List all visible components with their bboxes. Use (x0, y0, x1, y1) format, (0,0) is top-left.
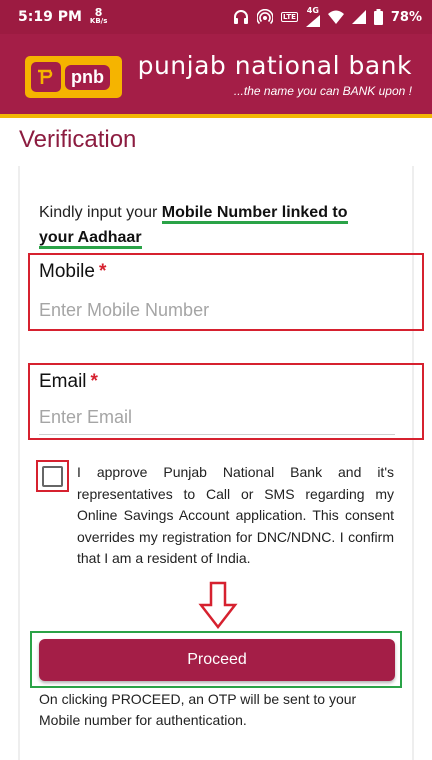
network-speed: 8 KB/s (89, 6, 108, 26)
pnb-logo-mark-icon (31, 62, 61, 92)
instruction-text: Kindly input your Mobile Number linked t… (39, 200, 399, 250)
email-label-text: Email (39, 371, 87, 392)
battery-level: 78% (390, 9, 422, 25)
consent-checkbox-highlight (36, 460, 69, 492)
wifi-icon (327, 10, 344, 24)
bank-tagline: ...the name you can BANK upon ! (233, 84, 412, 98)
signal-icon: 4G (305, 6, 320, 27)
network-type: 4G (306, 6, 319, 15)
headphones-icon (233, 9, 249, 25)
consent-checkbox[interactable] (42, 465, 63, 487)
battery-icon (373, 9, 383, 25)
instruction-highlight: Mobile Number linked to (161, 204, 348, 224)
proceed-button[interactable]: Proceed (39, 639, 395, 681)
email-input[interactable] (39, 401, 395, 435)
required-mark: * (90, 371, 98, 392)
network-speed-unit: KB/s (89, 17, 108, 25)
status-icons: LTE 4G 78% (233, 0, 422, 34)
consent-text: I approve Punjab National Bank and it's … (77, 464, 394, 566)
required-mark: * (98, 261, 107, 282)
app-header: pnb punjab national bank ...the name you… (0, 34, 432, 118)
email-label: Email * (39, 371, 98, 393)
network-speed-value: 8 (94, 6, 103, 19)
pnb-logo-text: pnb (65, 64, 110, 90)
bank-name: punjab national bank (137, 51, 412, 80)
instruction-highlight: your Aadhaar (39, 229, 142, 249)
arrow-down-icon (198, 581, 238, 633)
proceed-button-highlight: Proceed (30, 631, 402, 688)
page-title: Verification (19, 126, 137, 153)
status-time: 5:19 PM (18, 9, 82, 25)
hotspot-icon (257, 9, 274, 25)
otp-note: On clicking PROCEED, an OTP will be sent… (39, 691, 357, 728)
instruction-prefix: Kindly input your (39, 204, 162, 221)
mobile-label: Mobile * (39, 261, 106, 283)
mobile-label-text: Mobile (39, 261, 95, 282)
status-bar: 5:19 PM 8 KB/s LTE 4G 78% (0, 0, 432, 34)
mobile-field-group: Mobile * (28, 253, 424, 331)
email-field-group: Email * (28, 363, 424, 440)
mobile-input[interactable] (39, 297, 395, 323)
pnb-logo: pnb (25, 56, 122, 98)
content-border-left (18, 166, 20, 760)
volte-icon: LTE (281, 12, 298, 22)
signal-icon (351, 10, 366, 24)
